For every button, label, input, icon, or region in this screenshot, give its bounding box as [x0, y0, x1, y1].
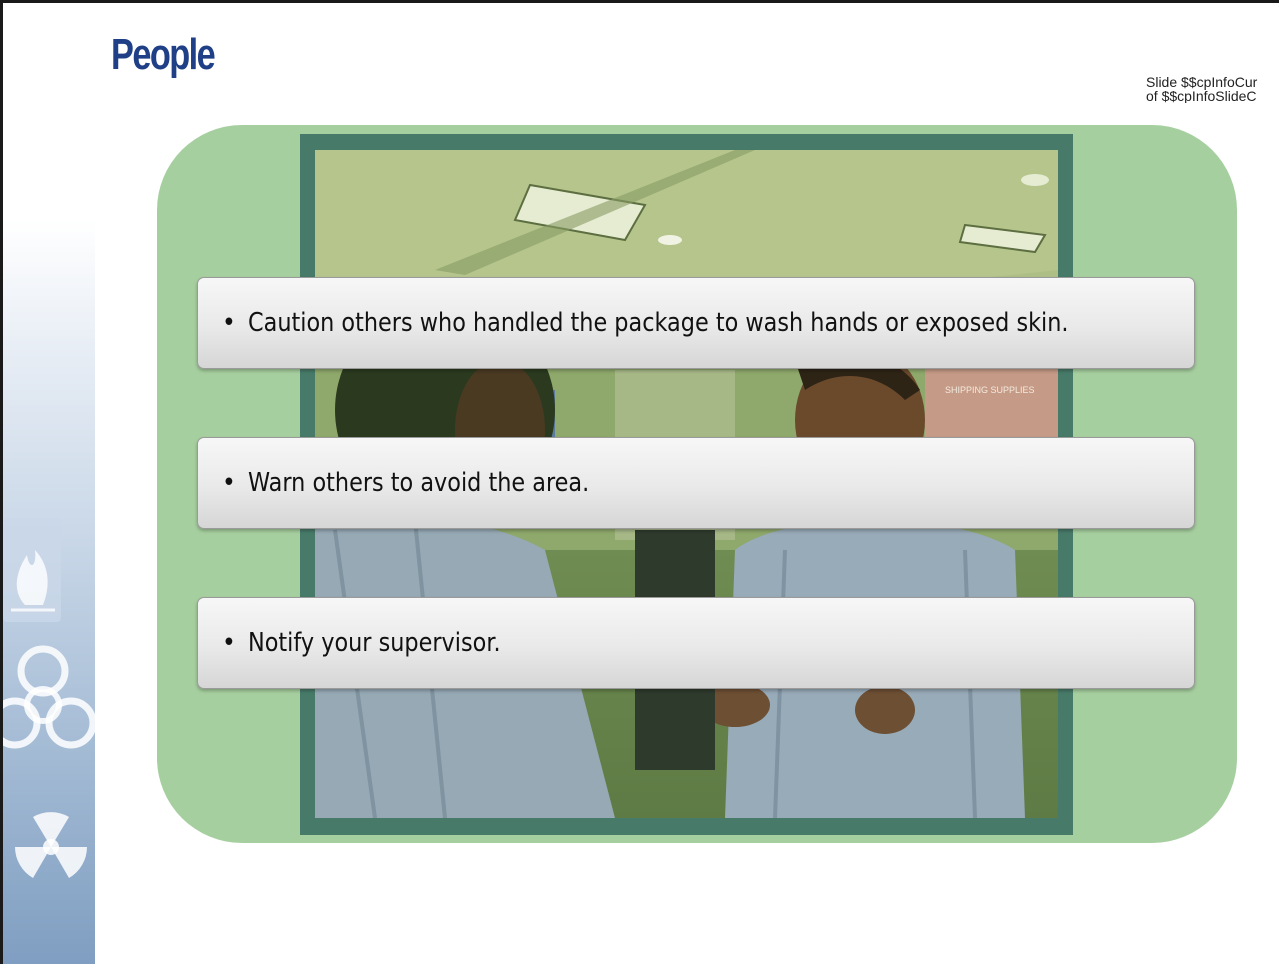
slide-info-line-2: of $$cpInfoSlideC: [1146, 88, 1257, 103]
slide-info-line-1: Slide $$cpInfoCur: [1146, 75, 1258, 90]
slide-number: Slide $$cpInfoCur of $$cpInfoSlideC: [1146, 75, 1279, 103]
bullet-marker: •: [222, 628, 236, 658]
radiation-icon: [3, 795, 95, 905]
bullet-warn-others: • Warn others to avoid the area.: [197, 437, 1195, 529]
bullet-text: Notify your supervisor.: [247, 628, 501, 658]
slide-title: People: [111, 30, 216, 79]
shipping-supplies-sign: SHIPPING SUPPLIES: [945, 385, 1035, 395]
hazard-sidebar: [3, 220, 95, 964]
bullet-marker: •: [222, 308, 236, 338]
bullet-text: Warn others to avoid the area.: [247, 468, 590, 498]
flame-icon: [3, 510, 95, 630]
bullet-marker: •: [222, 468, 236, 498]
bullet-notify-supervisor: • Notify your supervisor.: [197, 597, 1195, 689]
bullet-caution-others: • Caution others who handled the package…: [197, 277, 1195, 369]
bullet-text: Caution others who handled the package t…: [247, 308, 1069, 338]
biohazard-icon: [3, 635, 95, 785]
